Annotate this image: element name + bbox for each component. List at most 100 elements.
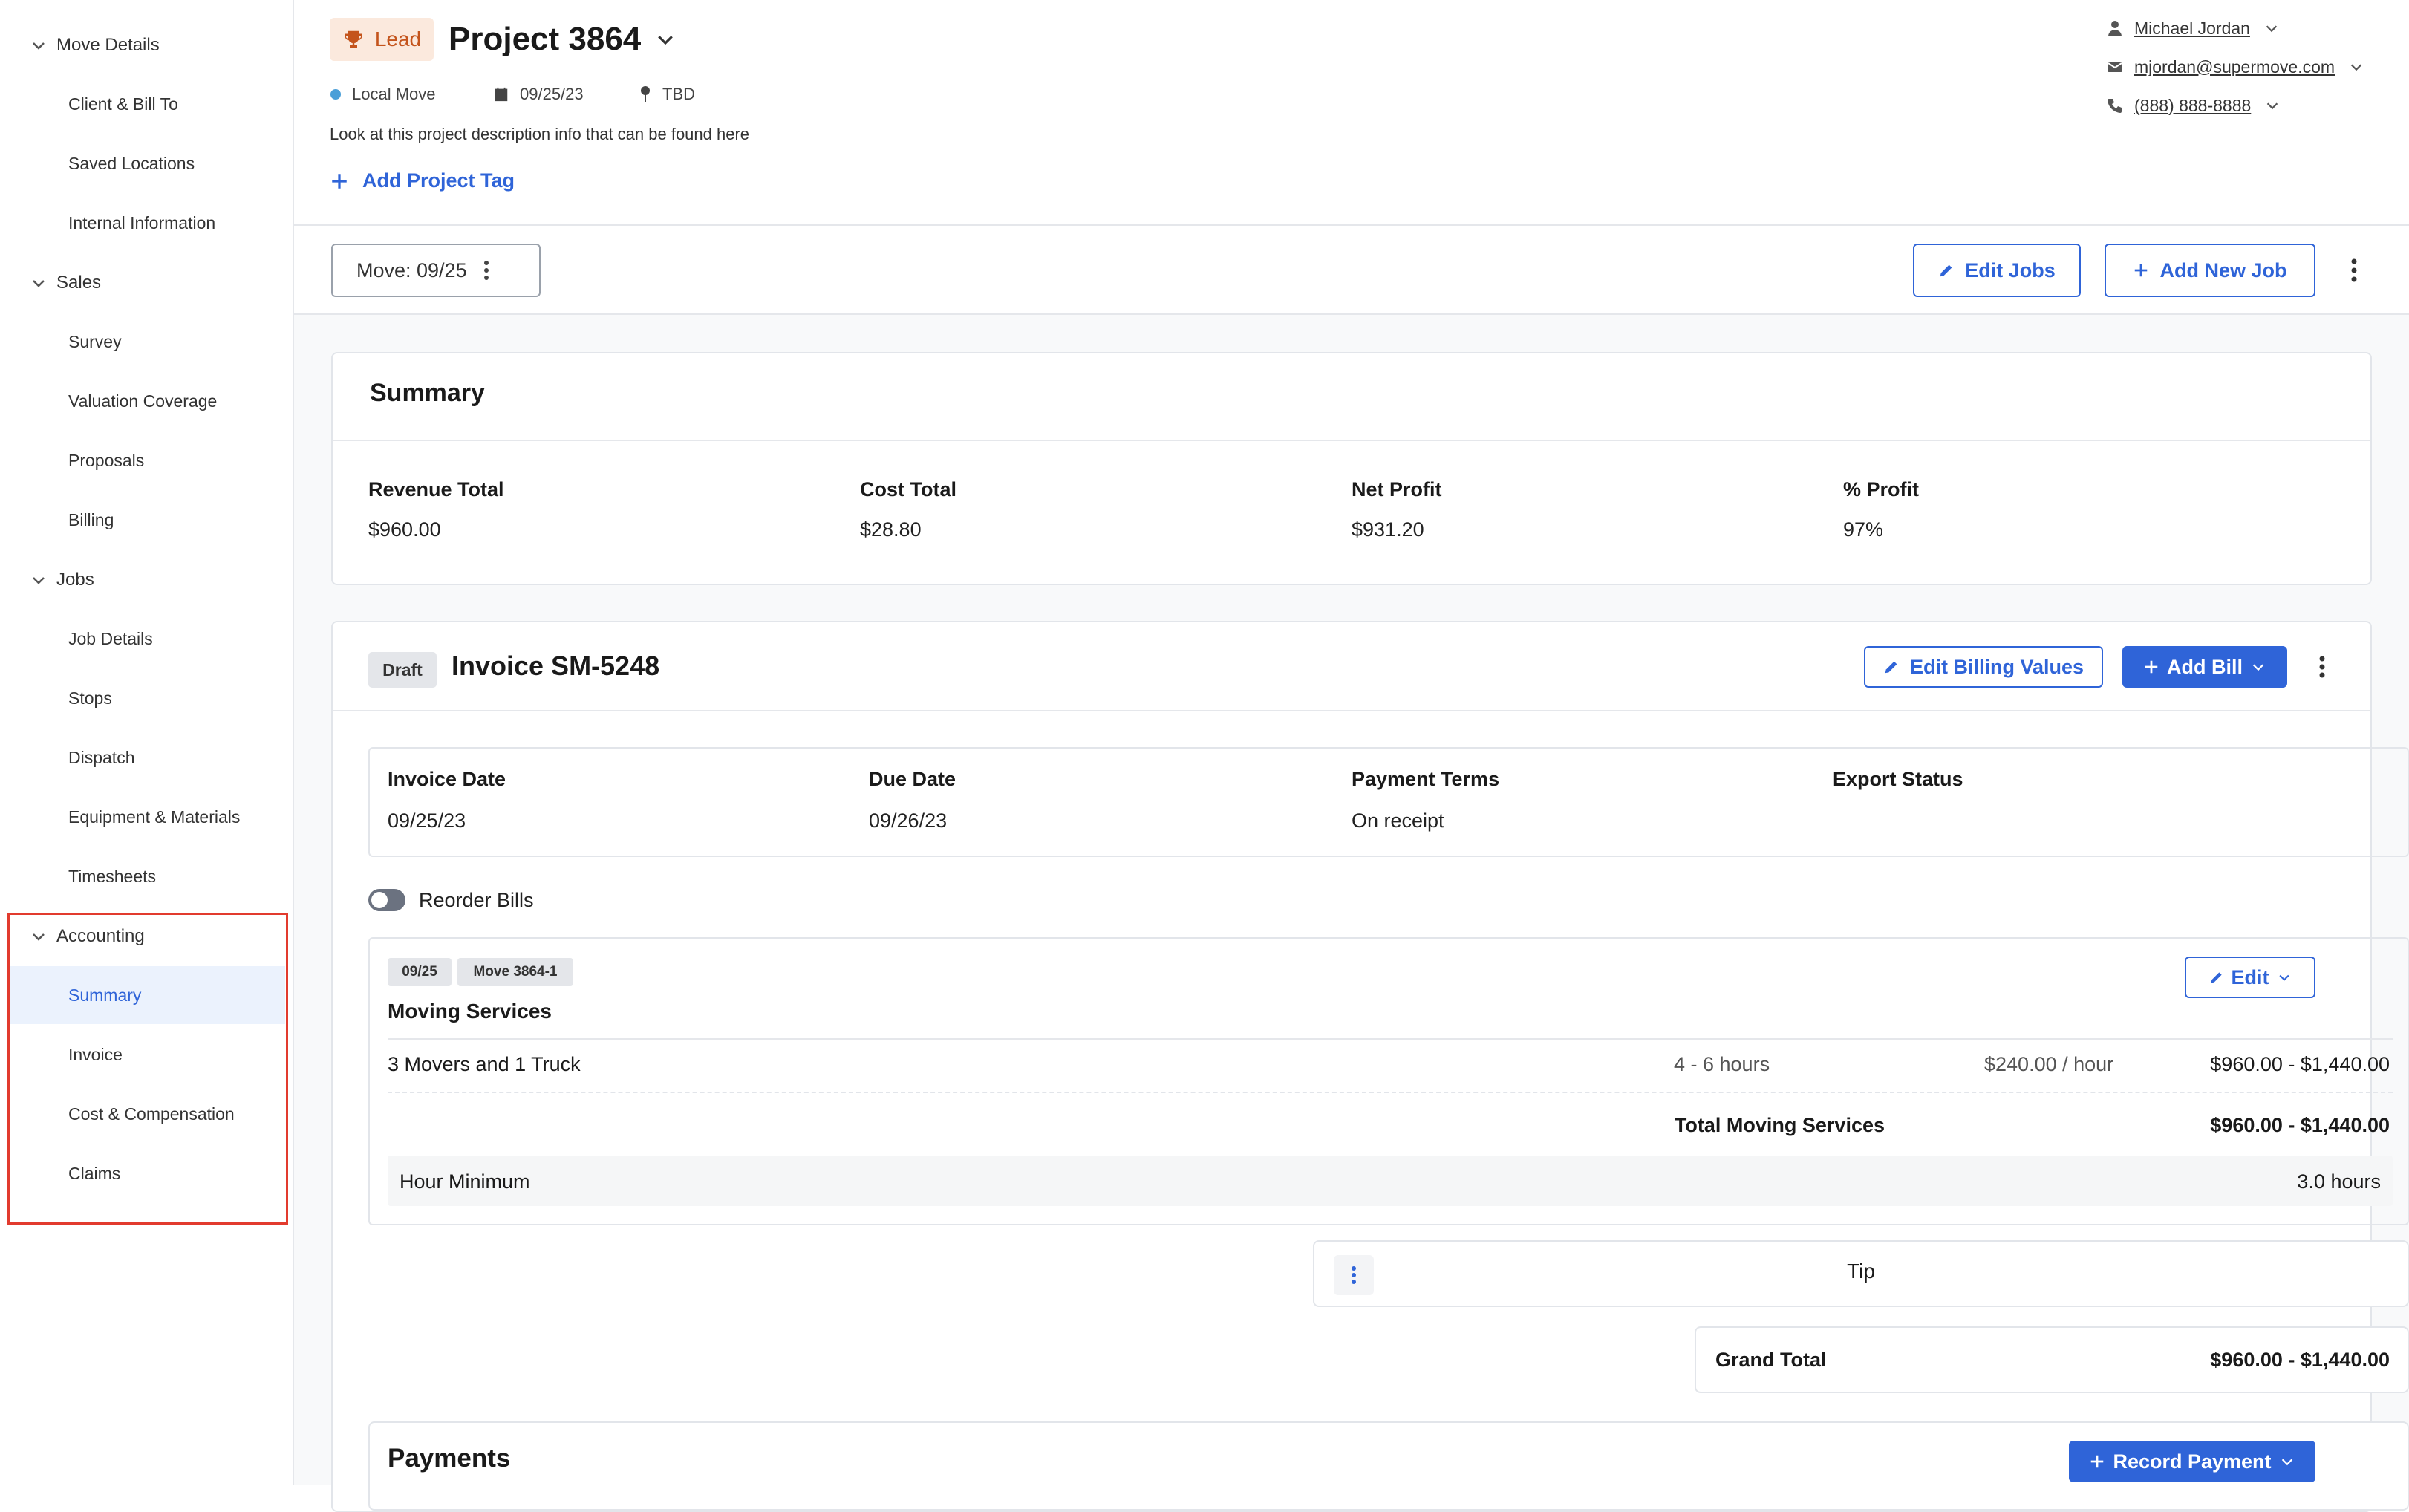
contact-phone-dropdown[interactable]: (888) 888-8888: [2106, 92, 2281, 119]
sidebar-item-timesheets[interactable]: Timesheets: [9, 847, 285, 905]
bill-edit-label: Edit: [2231, 965, 2269, 988]
cost-total-value: $28.80: [860, 518, 922, 541]
sidebar-item-survey[interactable]: Survey: [9, 313, 285, 371]
phone-icon: [2108, 99, 2122, 113]
chevron-down-icon: [33, 42, 45, 50]
reorder-bills-toggle[interactable]: Reorder Bills: [368, 884, 534, 916]
chevron-down-icon: [2267, 102, 2278, 110]
move-type: Local Move: [330, 82, 436, 107]
sidebar-item-client-bill-to[interactable]: Client & Bill To: [9, 75, 285, 133]
payment-terms-value: On receipt: [1352, 809, 1444, 832]
net-profit-value: $931.20: [1352, 518, 1424, 541]
move-selector-button[interactable]: Move: 09/25: [331, 244, 541, 297]
sidebar-item-proposals[interactable]: Proposals: [9, 431, 285, 489]
chevron-down-icon: [33, 577, 45, 584]
sidebar-item-label: Proposals: [68, 450, 145, 470]
page-title: Project 3864: [449, 21, 642, 57]
percent-profit-value: 97%: [1843, 518, 1884, 541]
move-date: 09/25/23: [493, 82, 584, 107]
job-toolbar: Move: 09/25 Edit Jobs Add New Job: [294, 226, 2409, 315]
contact-name: Michael Jordan: [2134, 18, 2250, 38]
chevron-down-icon: [658, 36, 674, 45]
sidebar-group-jobs[interactable]: Jobs: [0, 558, 294, 602]
line-item-description: 3 Movers and 1 Truck: [388, 1053, 581, 1075]
bill-date-tag: 09/25: [388, 958, 452, 986]
user-icon: [2108, 21, 2122, 36]
grand-total-label: Grand Total: [1715, 1349, 1827, 1371]
line-item-rate: $240.00 / hour: [1984, 1053, 2114, 1075]
location-label: TBD: [662, 85, 695, 103]
invoice-date-label: Invoice Date: [388, 768, 506, 790]
sidebar-item-valuation-coverage[interactable]: Valuation Coverage: [9, 372, 285, 430]
contact-email-dropdown[interactable]: mjordan@supermove.com: [2106, 53, 2364, 80]
chevron-down-icon: [2278, 974, 2289, 981]
dot-icon: [330, 89, 341, 100]
add-bill-label: Add Bill: [2167, 655, 2243, 678]
sidebar-item-label: Internal Information: [68, 212, 216, 232]
divider: [388, 1092, 2393, 1093]
invoice-more-button[interactable]: [2311, 652, 2333, 682]
plus-icon: [332, 173, 347, 189]
divider: [333, 440, 2370, 441]
contact-phone: (888) 888-8888: [2134, 95, 2252, 115]
sidebar-group-label: Sales: [56, 273, 102, 293]
sidebar-item-internal-information[interactable]: Internal Information: [9, 194, 285, 252]
sidebar-item-dispatch[interactable]: Dispatch: [9, 729, 285, 786]
sidebar-item-equipment-materials[interactable]: Equipment & Materials: [9, 788, 285, 846]
sidebar-item-label: Client & Bill To: [68, 94, 178, 114]
sidebar-item-job-details[interactable]: Job Details: [9, 610, 285, 668]
bill-edit-button[interactable]: Edit: [2185, 957, 2315, 998]
plus-icon: [2135, 264, 2148, 277]
record-payment-label: Record Payment: [2113, 1450, 2272, 1473]
sidebar-item-billing[interactable]: Billing: [9, 491, 285, 549]
invoice-date-value: 09/25/23: [388, 809, 466, 832]
add-new-job-button[interactable]: Add New Job: [2105, 244, 2315, 297]
status-badge: Lead: [330, 18, 434, 61]
sidebar-item-label: Billing: [68, 509, 114, 529]
pencil-icon: [2211, 972, 2222, 983]
toggle-switch[interactable]: [368, 889, 405, 911]
main-content: Lead Project 3864 Local Move 09/25/23 TB…: [294, 0, 2409, 1512]
sidebar-item-stops[interactable]: Stops: [9, 669, 285, 727]
add-project-tag-button[interactable]: Add Project Tag: [330, 169, 515, 192]
envelope-icon: [2108, 62, 2122, 72]
net-profit-label: Net Profit: [1352, 478, 1442, 501]
sidebar-nav: Move Details Client & Bill To Saved Loca…: [0, 0, 294, 1485]
sidebar-group-sales[interactable]: Sales: [0, 261, 294, 305]
job-more-button[interactable]: [2341, 255, 2367, 285]
add-new-job-label: Add New Job: [2159, 258, 2287, 281]
sidebar-group-move-details[interactable]: Move Details: [0, 23, 294, 68]
sidebar-item-saved-locations[interactable]: Saved Locations: [9, 134, 285, 192]
project-description: Look at this project description info th…: [330, 125, 750, 143]
payments-title: Payments: [388, 1444, 511, 1473]
contact-name-dropdown[interactable]: Michael Jordan: [2106, 15, 2280, 42]
summary-title: Summary: [370, 379, 485, 407]
invoice-title: Invoice SM-5248: [452, 651, 660, 681]
sidebar-item-label: Stops: [68, 688, 112, 708]
add-bill-button[interactable]: Add Bill: [2122, 646, 2287, 688]
record-payment-button[interactable]: Record Payment: [2069, 1441, 2315, 1482]
invoice-info-box: Invoice Date 09/25/23 Due Date 09/26/23 …: [368, 747, 2409, 857]
grand-total-row: Grand Total $960.00 - $1,440.00: [1695, 1326, 2409, 1393]
plus-icon: [2091, 1455, 2104, 1468]
invoice-card: Draft Invoice SM-5248 Edit Billing Value…: [331, 621, 2409, 1512]
project-title-dropdown[interactable]: Project 3864: [449, 18, 677, 61]
invoice-status-badge: Draft: [368, 652, 437, 688]
kebab-icon: [483, 261, 489, 280]
edit-billing-values-button[interactable]: Edit Billing Values: [1864, 646, 2103, 688]
chevron-down-icon: [33, 280, 45, 287]
sidebar-group-label: Jobs: [56, 570, 94, 590]
edit-billing-values-label: Edit Billing Values: [1909, 655, 2084, 678]
bill-job-tag: Move 3864-1: [457, 958, 573, 986]
hour-minimum-value: 3.0 hours: [2297, 1170, 2381, 1193]
kebab-icon: [2319, 656, 2325, 678]
tip-row: Tip: [1313, 1240, 2409, 1307]
project-header: Lead Project 3864 Local Move 09/25/23 TB…: [294, 0, 2409, 226]
sidebar-item-label: Dispatch: [68, 747, 135, 767]
percent-profit-label: % Profit: [1843, 478, 1920, 501]
sidebar-group-label: Move Details: [56, 35, 160, 55]
pencil-icon: [1885, 661, 1897, 674]
divider: [388, 1038, 2393, 1040]
due-date-label: Due Date: [869, 768, 956, 790]
edit-jobs-button[interactable]: Edit Jobs: [1913, 244, 2081, 297]
